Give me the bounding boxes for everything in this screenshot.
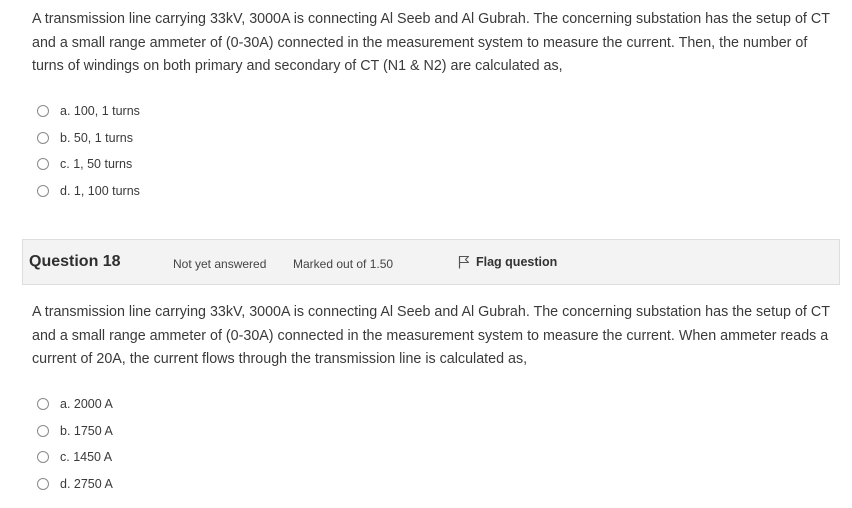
radio-button[interactable]: [37, 478, 49, 491]
flag-icon: [458, 255, 470, 269]
answer-option-a[interactable]: a. 100, 1 turns: [37, 98, 140, 125]
question-state: Not yet answered: [173, 257, 267, 271]
answer-option-d[interactable]: d. 1, 100 turns: [37, 178, 140, 205]
question-text: A transmission line carrying 33kV, 3000A…: [32, 304, 830, 367]
answer-label: b. 50, 1 turns: [60, 130, 133, 145]
question-info-bar: Question 18 Not yet answered Marked out …: [22, 239, 840, 285]
question-number: Question 18: [29, 253, 121, 270]
flag-question-label: Flag question: [476, 255, 558, 269]
answer-option-d[interactable]: d. 2750 A: [37, 471, 113, 498]
answer-option-a[interactable]: a. 2000 A: [37, 391, 113, 418]
answer-label: a. 100, 1 turns: [60, 104, 140, 119]
answer-option-c[interactable]: c. 1, 50 turns: [37, 151, 140, 178]
answer-label: a. 2000 A: [60, 397, 113, 412]
answer-option-b[interactable]: b. 1750 A: [37, 418, 113, 445]
answer-option-c[interactable]: c. 1450 A: [37, 444, 113, 471]
answer-options: a. 100, 1 turns b. 50, 1 turns c. 1, 50 …: [37, 98, 140, 204]
answer-label: d. 2750 A: [60, 477, 113, 492]
question-text: A transmission line carrying 33kV, 3000A…: [32, 11, 830, 74]
question-grade: Marked out of 1.50: [293, 257, 394, 271]
radio-button[interactable]: [37, 398, 49, 411]
radio-button[interactable]: [37, 105, 49, 118]
answer-label: d. 1, 100 turns: [60, 184, 140, 199]
radio-button[interactable]: [37, 185, 49, 198]
answer-options: a. 2000 A b. 1750 A c. 1450 A d. 2750 A: [37, 391, 113, 497]
radio-button[interactable]: [37, 424, 49, 437]
flag-question-button[interactable]: Flag question: [458, 255, 557, 269]
answer-label: b. 1750 A: [60, 423, 113, 438]
radio-button[interactable]: [37, 131, 49, 144]
answer-label: c. 1, 50 turns: [60, 157, 133, 172]
answer-label: c. 1450 A: [60, 450, 113, 465]
radio-button[interactable]: [37, 451, 49, 464]
radio-button[interactable]: [37, 158, 49, 171]
answer-option-b[interactable]: b. 50, 1 turns: [37, 125, 140, 152]
